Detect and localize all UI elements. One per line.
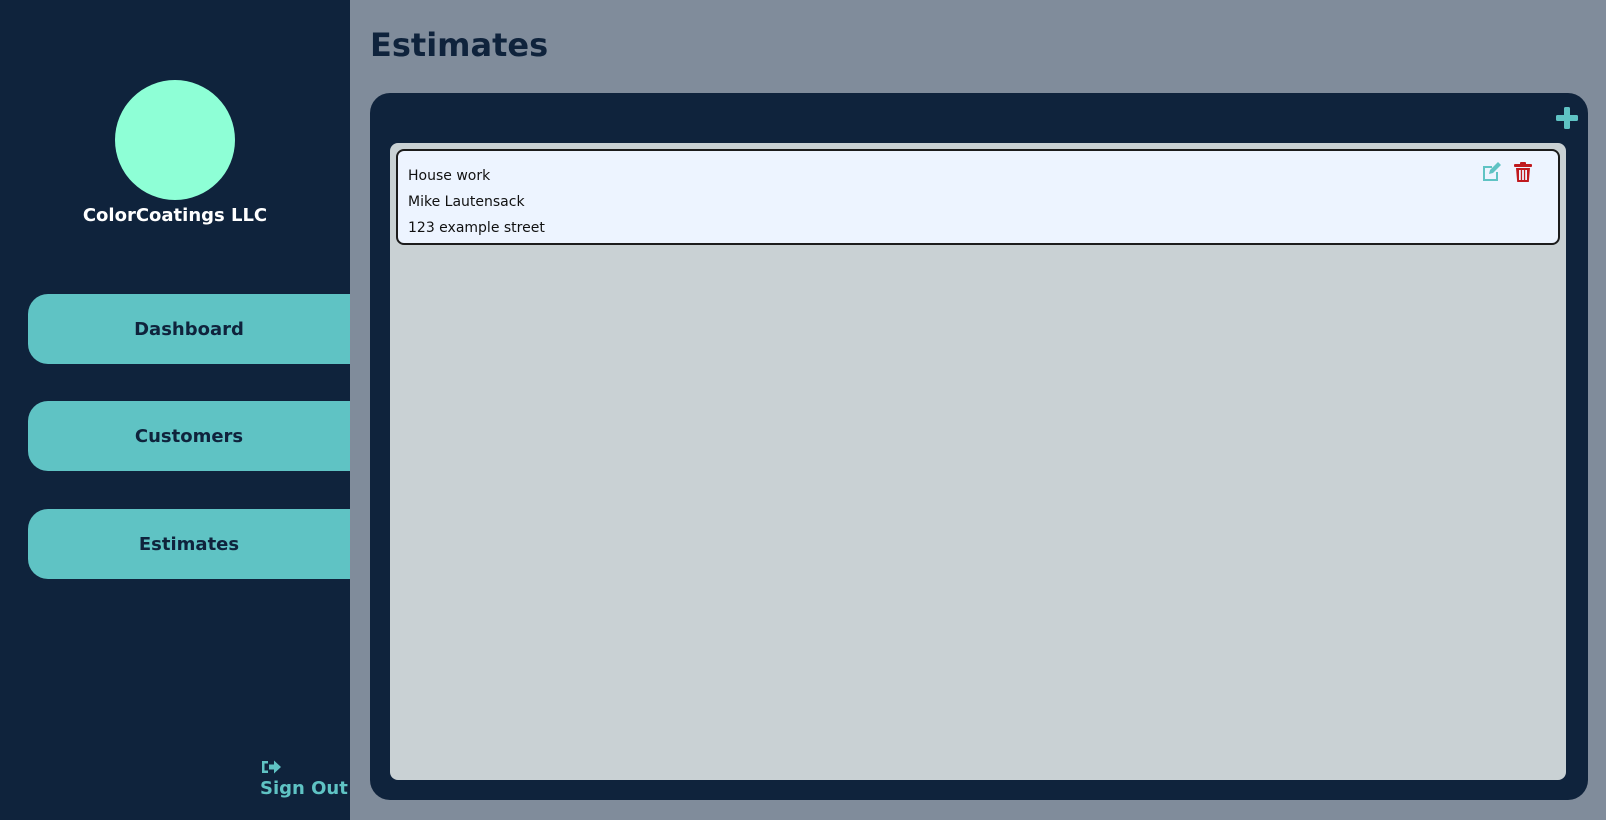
estimate-customer: Mike Lautensack <box>408 194 525 210</box>
estimates-list: House work Mike Lautensack 123 example s… <box>390 143 1566 780</box>
trash-icon[interactable] <box>1512 161 1534 183</box>
sidebar: ColorCoatings LLC Dashboard Customers Es… <box>0 0 350 820</box>
estimate-address: 123 example street <box>408 220 545 236</box>
edit-icon[interactable] <box>1480 161 1502 183</box>
app: ColorCoatings LLC Dashboard Customers Es… <box>0 0 1606 820</box>
plus-icon[interactable] <box>1554 105 1580 131</box>
sidebar-item-estimates[interactable]: Estimates <box>28 509 350 579</box>
estimate-job: House work <box>408 168 491 184</box>
page-title: Estimates <box>370 26 549 64</box>
sidebar-item-dashboard[interactable]: Dashboard <box>28 294 350 364</box>
sidebar-item-label: Dashboard <box>134 318 244 340</box>
card-actions <box>1480 161 1534 183</box>
sign-out-icon <box>262 760 281 774</box>
sidebar-item-label: Customers <box>134 425 244 447</box>
company-name: ColorCoatings LLC <box>82 205 268 226</box>
estimates-panel: House work Mike Lautensack 123 example s… <box>370 93 1588 800</box>
sidebar-item-label: Estimates <box>138 533 240 555</box>
sign-out-label: Sign Out <box>260 778 348 799</box>
estimate-card[interactable]: House work Mike Lautensack 123 example s… <box>396 149 1560 245</box>
sidebar-item-customers[interactable]: Customers <box>28 401 350 471</box>
sign-out-button[interactable]: Sign Out <box>260 758 348 799</box>
avatar <box>115 80 235 200</box>
